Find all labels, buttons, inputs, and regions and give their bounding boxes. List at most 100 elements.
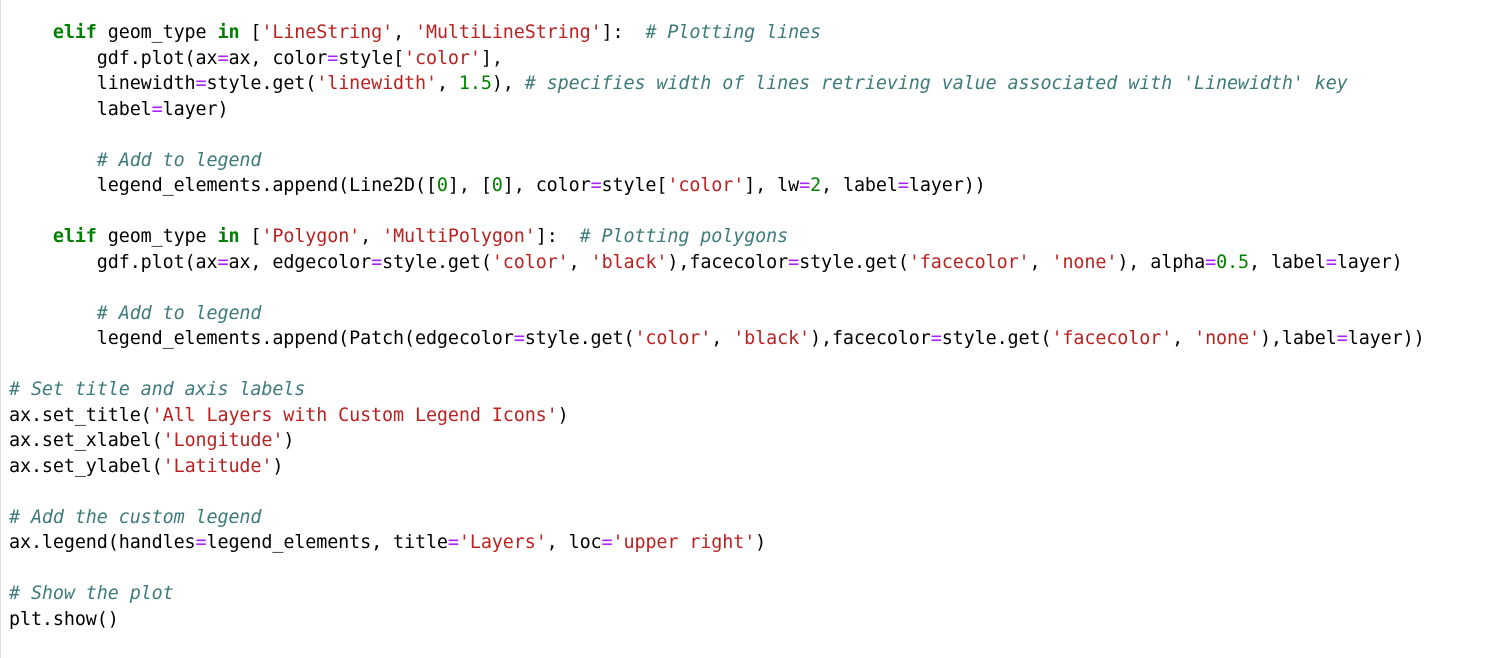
code-text: geom_type — [96, 226, 218, 247]
code-line: elif geom_type in ['Polygon', 'MultiPoly… — [9, 224, 1425, 250]
keyword-token: elif — [52, 226, 97, 247]
operator-token: = — [601, 532, 613, 553]
number-token: 0.5 — [1216, 251, 1250, 273]
code-text: style.get( — [524, 328, 635, 349]
code-text: layer)) — [1347, 328, 1425, 349]
comment-token: # Add to legend — [96, 302, 262, 324]
comment-token: # Add to legend — [96, 149, 262, 171]
comment-token: # Plotting polygons — [579, 226, 789, 247]
code-line: legend_elements.append(Line2D([0], [0], … — [9, 173, 1425, 199]
comment-token: # Add the custom legend — [9, 506, 262, 528]
operator-token: = — [1325, 251, 1337, 273]
code-text: , — [1172, 328, 1195, 349]
code-line: label=layer) — [9, 97, 1425, 123]
code-text: legend_elements, title — [206, 532, 448, 553]
code-text: style.get( — [941, 328, 1052, 349]
operator-token: = — [590, 175, 602, 196]
code-line: ax.legend(handles=legend_elements, title… — [9, 530, 1425, 556]
operator-token: = — [371, 251, 383, 273]
code-line: ax.set_xlabel('Longitude') — [9, 428, 1425, 454]
code-text: geom_type — [96, 22, 218, 43]
code-text: style[ — [601, 175, 668, 196]
code-line: ax.set_ylabel('Latitude') — [9, 454, 1425, 480]
code-text: legend_elements.append(Line2D([ — [9, 175, 437, 196]
string-token: 'color' — [634, 328, 712, 349]
string-token: 'black' — [590, 251, 668, 273]
string-token: 'Latitude' — [162, 455, 273, 477]
code-text: ) — [283, 430, 295, 451]
string-token: 'MultiPolygon' — [382, 226, 536, 247]
operator-token: = — [217, 251, 229, 273]
code-line: # Add to legend — [9, 148, 1425, 174]
code-text: gdf.plot(ax — [9, 251, 218, 273]
string-token: 'facecolor' — [1051, 328, 1173, 349]
operator-token: = — [1205, 251, 1217, 273]
code-text: style.get( — [382, 251, 492, 273]
code-line: elif geom_type in ['LineString', 'MultiL… — [9, 20, 1425, 46]
code-text: ], color — [502, 175, 591, 196]
code-text: layer) — [1336, 251, 1403, 273]
keyword-token: in — [217, 226, 240, 247]
string-token: 'LineString' — [261, 22, 394, 43]
operator-token: = — [151, 98, 163, 120]
code-text: plt.show() — [9, 608, 119, 630]
code-text: [ — [239, 22, 262, 43]
code-text: ], lw — [744, 175, 800, 196]
code-line: # Add to legend — [9, 301, 1425, 327]
code-text: , label — [821, 175, 898, 196]
comment-token: # Set title and axis labels — [9, 379, 306, 400]
number-token: 1.5 — [458, 73, 492, 94]
operator-token: = — [1336, 328, 1348, 349]
code-line: # Set title and axis labels — [9, 377, 1425, 403]
code-text: ) — [557, 404, 569, 426]
string-token: 'MultiLineString' — [415, 22, 602, 43]
code-text: , — [393, 22, 416, 43]
string-token: 'none' — [1051, 251, 1118, 273]
code-text: ]: — [601, 22, 646, 43]
code-line: gdf.plot(ax=ax, edgecolor=style.get('col… — [9, 250, 1425, 276]
code-line: # Add the custom legend — [9, 505, 1425, 531]
code-text: ) — [272, 455, 284, 477]
code-text: , label — [1249, 251, 1326, 273]
code-line: plt.show() — [9, 607, 1425, 633]
operator-token: = — [447, 532, 459, 553]
code-text: [ — [239, 226, 262, 247]
code-text: linewidth — [9, 73, 196, 94]
code-text: ], [ — [447, 175, 492, 196]
code-text: ),facecolor — [667, 251, 789, 273]
comment-token: # specifies width of lines retrieving va… — [524, 73, 1348, 94]
number-token: 0 — [491, 175, 503, 196]
operator-token: = — [217, 47, 229, 69]
string-token: 'black' — [733, 328, 811, 349]
string-token: 'none' — [1194, 328, 1260, 349]
code-line: legend_elements.append(Patch(edgecolor=s… — [9, 326, 1425, 352]
code-text: , — [568, 251, 591, 273]
string-token: 'facecolor' — [908, 251, 1030, 273]
string-token: 'color' — [404, 47, 481, 69]
code-text: label — [9, 98, 152, 120]
code-text: ax, edgecolor — [228, 251, 372, 273]
code-editor[interactable]: elif geom_type in ['LineString', 'MultiL… — [9, 20, 1425, 632]
string-token: 'Layers' — [458, 532, 547, 553]
code-text: ax.set_ylabel( — [9, 455, 163, 477]
code-text: ]: — [535, 226, 580, 247]
code-text: gdf.plot(ax — [9, 47, 218, 69]
operator-token: = — [195, 532, 207, 553]
string-token: 'All Layers with Custom Legend Icons' — [151, 404, 558, 426]
code-text: , loc — [546, 532, 602, 553]
code-text: , — [360, 226, 383, 247]
code-text: ax.legend(handles — [9, 532, 196, 553]
code-line: gdf.plot(ax=ax, color=style['color'], — [9, 46, 1425, 72]
string-token: 'color' — [491, 251, 569, 273]
number-token: 0 — [436, 175, 448, 196]
string-token: 'color' — [667, 175, 745, 196]
code-cell[interactable]: elif geom_type in ['LineString', 'MultiL… — [0, 0, 1495, 658]
operator-token: = — [327, 47, 339, 69]
